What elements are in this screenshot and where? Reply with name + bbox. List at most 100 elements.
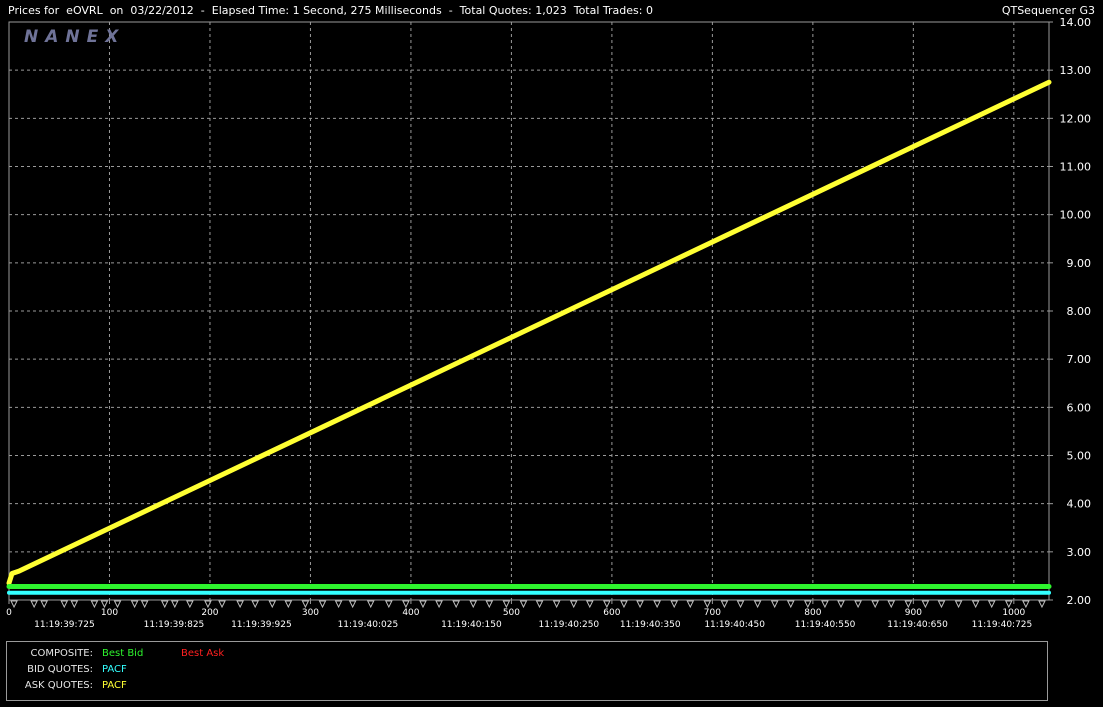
time-marker-triangle xyxy=(954,600,963,609)
price-chart: NANEX 2.00 3.00 4.00 5.00 6.00 7.00 8.00 9.00 10… xyxy=(6,16,1091,630)
y-tick-label: 12.00 xyxy=(1060,112,1092,125)
x-tick-label: 200 xyxy=(201,608,218,618)
time-marker-triangle xyxy=(318,600,327,609)
time-marker-triangle xyxy=(502,600,511,609)
time-marker-triangle xyxy=(218,600,226,609)
time-marker-triangle xyxy=(904,600,913,609)
y-tick-label: 13.00 xyxy=(1060,64,1092,77)
time-marker-triangle xyxy=(636,600,644,609)
time-marker-triangle xyxy=(140,600,149,609)
time-marker-triangle xyxy=(186,600,194,609)
time-marker-triangle xyxy=(804,600,812,609)
time-marker-triangle xyxy=(837,600,845,609)
legend-panel: COMPOSITE: Best Bid Best Ask BID QUOTES:… xyxy=(6,641,1048,701)
time-marker-triangle xyxy=(720,600,729,609)
time-marker-triangle xyxy=(1022,600,1030,609)
time-marker-triangle xyxy=(160,600,169,609)
time-marker-triangle xyxy=(1005,600,1013,609)
time-label: 11:19:40:450 xyxy=(704,620,765,630)
time-label: 11:19:40:650 xyxy=(887,620,948,630)
legend-label: BID QUOTES: xyxy=(27,664,93,675)
time-marker-triangle xyxy=(686,600,695,609)
time-label: 11:19:40:150 xyxy=(441,620,502,630)
time-marker-triangle xyxy=(854,600,862,609)
x-tick-label: 700 xyxy=(704,608,721,618)
time-labels: 11:19:39:725 11:19:39:825 11:19:39:925 11:1… xyxy=(34,620,1032,630)
time-marker-triangle xyxy=(30,600,38,609)
time-label: 11:19:40:025 xyxy=(338,620,399,630)
y-tick-label: 4.00 xyxy=(1067,498,1092,511)
time-marker-triangle xyxy=(786,600,795,609)
y-tick-label: 10.00 xyxy=(1060,209,1092,222)
time-marker-triangle xyxy=(60,600,69,609)
time-markers xyxy=(10,600,1046,609)
time-marker-triangle xyxy=(821,600,829,609)
time-marker-triangle xyxy=(753,600,762,609)
y-tick-label: 14.00 xyxy=(1060,16,1092,29)
time-marker-triangle xyxy=(535,600,544,609)
time-marker-triangle xyxy=(921,600,930,609)
time-marker-triangle xyxy=(971,600,980,609)
y-tick-label: 3.00 xyxy=(1067,546,1092,559)
time-label: 11:19:39:725 xyxy=(34,620,95,630)
time-marker-triangle xyxy=(770,600,779,609)
time-marker-triangle xyxy=(1038,600,1046,609)
time-label: 11:19:39:925 xyxy=(231,620,292,630)
time-marker-triangle xyxy=(653,600,661,609)
time-marker-triangle xyxy=(10,600,18,609)
time-marker-triangle xyxy=(871,600,879,609)
legend-row-composite: COMPOSITE: Best Bid Best Ask xyxy=(7,647,407,661)
time-marker-triangle xyxy=(703,600,712,609)
x-tick-label: 500 xyxy=(503,608,520,618)
y-tick-label: 11.00 xyxy=(1060,161,1092,174)
time-marker-triangle xyxy=(887,600,896,609)
time-marker-triangle xyxy=(251,600,259,609)
time-marker-triangle xyxy=(40,600,48,609)
x-tick-label: 100 xyxy=(101,608,118,618)
time-marker-triangle xyxy=(113,600,122,609)
time-marker-triangle xyxy=(620,600,628,609)
time-label: 11:19:40:550 xyxy=(795,620,856,630)
series-line xyxy=(6,79,1052,586)
time-marker-triangle xyxy=(284,600,293,609)
legend-item-ask-pacf: PACF xyxy=(102,680,127,691)
y-tick-label: 5.00 xyxy=(1067,450,1092,463)
legend-row-ask-quotes: ASK QUOTES: PACF xyxy=(7,679,407,693)
legend-row-bid-quotes: BID QUOTES: PACF xyxy=(7,663,407,677)
time-marker-triangle xyxy=(236,600,244,609)
time-marker-triangle xyxy=(585,600,594,609)
time-marker-triangle xyxy=(301,600,310,609)
x-tick-label: 300 xyxy=(302,608,319,618)
grid-lines xyxy=(8,21,1049,601)
time-marker-triangle xyxy=(485,600,494,609)
y-tick-label: 7.00 xyxy=(1067,353,1092,366)
time-marker-triangle xyxy=(569,600,578,609)
time-marker-triangle xyxy=(469,600,478,609)
time-marker-triangle xyxy=(348,600,357,609)
time-marker-triangle xyxy=(519,600,528,609)
time-label: 11:19:40:350 xyxy=(620,620,681,630)
x-tick-label: 1000 xyxy=(1002,608,1025,618)
legend-label: COMPOSITE: xyxy=(30,648,93,659)
time-marker-triangle xyxy=(70,600,79,609)
time-marker-triangle xyxy=(452,600,460,609)
time-label: 11:19:39:825 xyxy=(144,620,205,630)
x-tick-label: 800 xyxy=(804,608,821,618)
y-tick-label: 6.00 xyxy=(1067,401,1092,414)
time-marker-triangle xyxy=(366,600,375,609)
time-marker-triangle xyxy=(402,600,410,609)
time-label: 11:19:40:250 xyxy=(539,620,600,630)
y-tick-label: 2.00 xyxy=(1067,594,1092,607)
nanex-logo: NANEX xyxy=(24,27,125,47)
y-axis: 2.00 3.00 4.00 5.00 6.00 7.00 8.00 9.00 10.00 11.… xyxy=(1049,16,1091,607)
x-tick-label: 900 xyxy=(905,608,922,618)
legend-item-best-ask: Best Ask xyxy=(181,648,225,659)
time-marker-triangle xyxy=(170,600,179,609)
time-marker-triangle xyxy=(552,600,561,609)
x-tick-label: 0 xyxy=(6,608,12,618)
time-marker-triangle xyxy=(268,600,277,609)
series-lines xyxy=(6,79,1052,595)
time-label: 11:19:40:725 xyxy=(972,620,1033,630)
time-marker-triangle xyxy=(100,600,109,609)
x-tick-label: 600 xyxy=(603,608,620,618)
